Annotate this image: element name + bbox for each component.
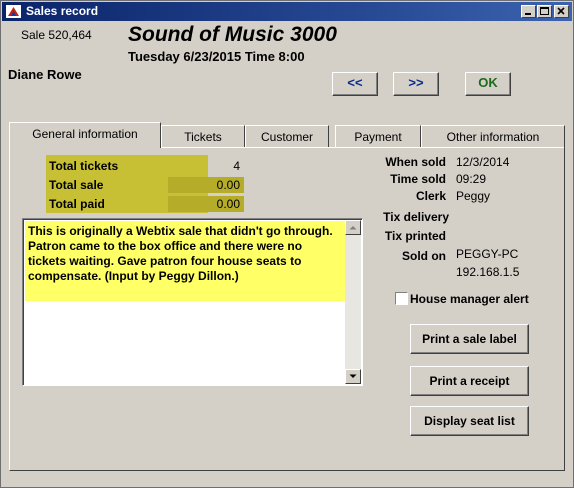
- tab-other-information[interactable]: Other information: [421, 125, 565, 147]
- tab-tickets[interactable]: Tickets: [161, 125, 245, 147]
- total-paid-value: 0.00: [168, 196, 244, 212]
- display-seat-list-button[interactable]: Display seat list: [410, 406, 529, 436]
- sale-summary-box: Total tickets 4 Total sale 0.00 Total pa…: [46, 155, 244, 213]
- ok-button[interactable]: OK: [465, 72, 511, 96]
- notes-text: This is originally a Webtix sale that di…: [25, 221, 345, 301]
- tab-payment[interactable]: Payment: [335, 125, 421, 147]
- time-sold-label: Time sold: [390, 172, 446, 186]
- show-title: Sound of Music 3000: [128, 23, 337, 46]
- app-icon: [6, 5, 21, 18]
- tab-customer[interactable]: Customer: [245, 125, 329, 147]
- sale-number: Sale 520,464: [21, 28, 92, 42]
- sales-record-window: Sales record Sale 520,464 Sound of Music…: [0, 0, 574, 488]
- notes-scrollbar[interactable]: [345, 220, 361, 384]
- show-datetime: Tuesday 6/23/2015 Time 8:00: [128, 49, 305, 64]
- clerk-value: Peggy: [456, 189, 491, 203]
- minimize-icon: [525, 13, 531, 15]
- when-sold-value: 12/3/2014: [456, 155, 510, 169]
- maximize-button[interactable]: [537, 5, 552, 18]
- previous-record-button[interactable]: <<: [332, 72, 378, 96]
- total-sale-value: 0.00: [168, 177, 244, 193]
- title-bar[interactable]: Sales record: [2, 2, 572, 21]
- window-title: Sales record: [26, 4, 99, 18]
- scroll-up-icon: [349, 226, 357, 230]
- scroll-down-icon: [349, 374, 357, 378]
- when-sold-label: When sold: [385, 155, 446, 169]
- maximize-icon: [540, 7, 549, 15]
- minimize-button[interactable]: [521, 5, 536, 18]
- sold-on-ip: 192.168.1.5: [456, 265, 520, 279]
- total-tickets-value: 4: [233, 159, 240, 173]
- tab-general-information[interactable]: General information: [9, 122, 161, 148]
- time-sold-value: 09:29: [456, 172, 487, 186]
- tix-delivery-label: Tix delivery: [383, 210, 449, 224]
- scroll-down-button[interactable]: [345, 369, 361, 384]
- house-manager-alert-label[interactable]: House manager alert: [410, 292, 529, 306]
- total-tickets-label: Total tickets: [49, 159, 119, 173]
- total-paid-label: Total paid: [49, 197, 105, 211]
- total-sale-label: Total sale: [49, 178, 104, 192]
- notes-textarea[interactable]: This is originally a Webtix sale that di…: [22, 218, 363, 386]
- print-sale-label-button[interactable]: Print a sale label: [410, 324, 529, 354]
- patron-name: Diane Rowe: [8, 67, 82, 82]
- print-receipt-button[interactable]: Print a receipt: [410, 366, 529, 396]
- house-manager-alert-checkbox[interactable]: [395, 292, 408, 305]
- close-button[interactable]: [554, 5, 569, 18]
- sold-on-host: PEGGY-PC: [456, 247, 519, 261]
- sold-on-label: Sold on: [402, 249, 446, 263]
- close-icon: [557, 7, 565, 15]
- scroll-up-button[interactable]: [345, 220, 361, 235]
- tix-printed-label: Tix printed: [384, 229, 446, 243]
- next-record-button[interactable]: >>: [393, 72, 439, 96]
- clerk-label: Clerk: [415, 189, 446, 203]
